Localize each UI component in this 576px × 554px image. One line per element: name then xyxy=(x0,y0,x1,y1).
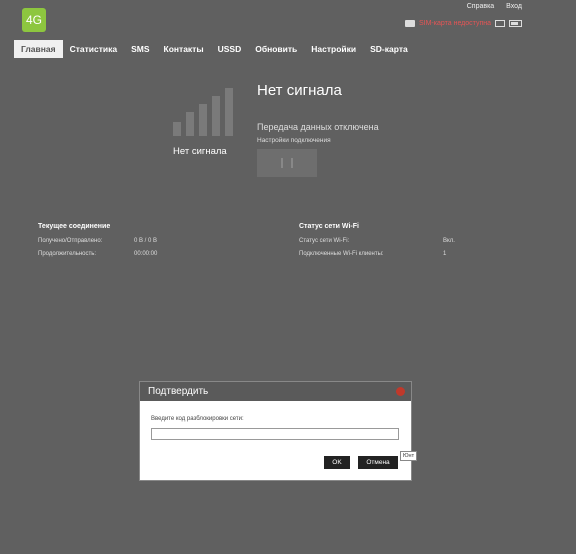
tooltip: Юнт xyxy=(400,451,418,461)
dialog-header: Подтвердить xyxy=(140,382,411,401)
dialog-title: Подтвердить xyxy=(148,386,209,397)
unlock-dialog: Подтвердить Введите код разблокировки се… xyxy=(139,381,412,481)
unlock-code-input[interactable] xyxy=(151,428,399,440)
unlock-code-label: Введите код разблокировки сети: xyxy=(151,416,244,422)
ok-button[interactable]: OK xyxy=(324,456,350,469)
cancel-button[interactable]: Отмена xyxy=(358,456,398,469)
close-icon[interactable] xyxy=(396,387,405,396)
